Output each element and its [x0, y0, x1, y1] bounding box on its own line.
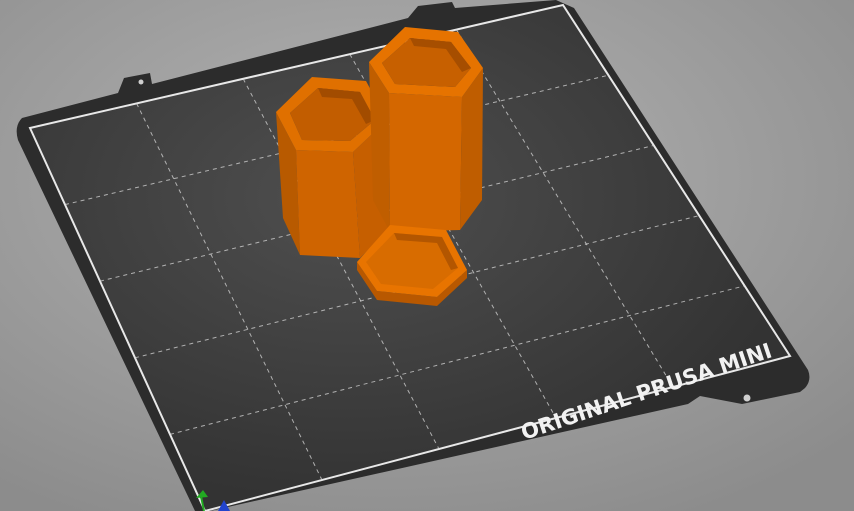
vase-side-front [389, 93, 462, 232]
tall-hex-vase[interactable] [369, 27, 483, 232]
mounting-hole [138, 79, 144, 85]
vase-side-front [296, 150, 360, 258]
3d-viewport[interactable]: ORIGINAL PRUSA MINI [0, 0, 854, 511]
mounting-hole [743, 394, 751, 402]
